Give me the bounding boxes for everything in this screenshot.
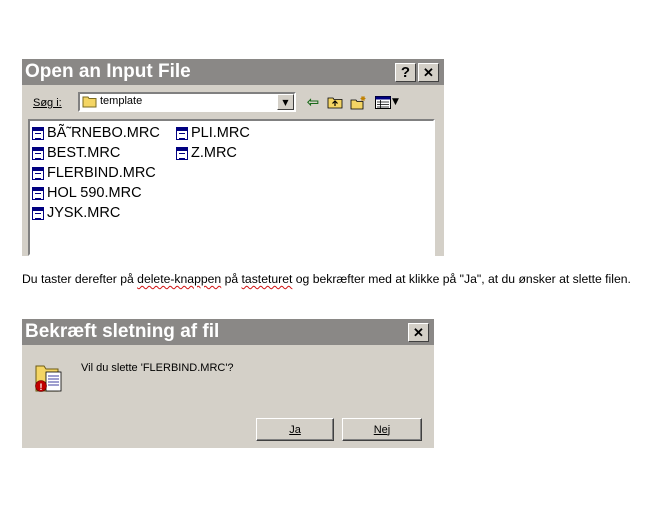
close-icon: ✕ [413,324,424,340]
file-item[interactable]: BÃ˜RNEBO.MRC [32,123,160,143]
confirm-dialog-title: Bekræft sletning af fil [25,321,220,342]
file-icon [176,126,188,140]
instruction-keyboard: tasteturet [241,272,293,286]
close-icon: ✕ [423,64,434,80]
folder-icon [82,96,97,108]
file-item[interactable]: FLERBIND.MRC [32,163,156,183]
close-button[interactable]: ✕ [418,63,439,82]
file-name: HOL 590.MRC [47,185,142,201]
file-icon [32,146,44,160]
yes-button-label: Ja [289,423,301,436]
file-name: JYSK.MRC [47,205,121,221]
help-button[interactable]: ? [395,63,416,82]
open-dialog-toolbar: ⇦ ▼ [305,93,405,111]
file-item[interactable]: HOL 590.MRC [32,183,142,203]
no-button[interactable]: Nej [342,418,422,441]
delete-file-warning-icon: ! [35,365,62,392]
new-folder-icon [350,95,365,109]
open-file-dialog: Open an Input File ? ✕ Søg i: template ▼… [22,59,444,256]
confirm-close-button[interactable]: ✕ [408,323,429,342]
chevron-down-icon[interactable]: ▼ [277,94,294,110]
file-icon [32,166,44,180]
confirm-message: Vil du slette 'FLERBIND.MRC'? [81,362,234,374]
confirm-dialog-titlebar[interactable]: Bekræft sletning af fil [22,319,434,345]
yes-button[interactable]: Ja [256,418,334,441]
back-button[interactable]: ⇦ [305,93,321,111]
instruction-text-1: Du taster derefter på [22,272,138,286]
instruction-text-3: og bekræfter med at klikke på "Ja", at d… [292,272,631,286]
open-dialog-title: Open an Input File [25,61,191,82]
new-folder-button[interactable] [349,94,367,110]
help-icon: ? [400,64,411,81]
confirm-delete-dialog: Bekræft sletning af fil ✕ ! Vil du slett… [22,319,434,448]
file-icon [32,186,44,200]
up-one-level-button[interactable] [326,94,344,110]
instruction-text-2: på [221,272,242,286]
view-menu-arrow-icon: ▼ [392,97,399,107]
file-item[interactable]: Z.MRC [176,143,237,163]
no-button-label: Nej [373,423,391,436]
file-name: Z.MRC [191,145,237,161]
look-in-combobox[interactable]: template ▼ [78,92,296,112]
file-icon [32,126,44,140]
file-name: FLERBIND.MRC [47,165,156,181]
view-menu-button[interactable]: ▼ [372,94,402,110]
file-name: BÃ˜RNEBO.MRC [47,125,160,141]
look-in-value: template [100,95,143,107]
file-icon [176,146,188,160]
file-name: PLI.MRC [191,125,250,141]
svg-text:!: ! [40,382,43,392]
file-item[interactable]: PLI.MRC [176,123,250,143]
file-list[interactable]: BÃ˜RNEBO.MRC BEST.MRC FLERBIND.MRC HOL 5… [28,119,435,256]
instruction-text: Du taster derefter på delete-knappen på … [22,271,642,288]
file-item[interactable]: JYSK.MRC [32,203,120,223]
look-in-label: Søg i: [33,97,62,109]
view-details-icon [375,95,392,109]
instruction-delete-key: delete-knappen [137,272,222,286]
file-name: BEST.MRC [47,145,121,161]
up-folder-icon [327,97,343,109]
open-dialog-titlebar[interactable]: Open an Input File [22,59,444,85]
file-icon [32,206,44,220]
file-item[interactable]: BEST.MRC [32,143,120,163]
back-arrow-icon: ⇦ [306,93,320,111]
